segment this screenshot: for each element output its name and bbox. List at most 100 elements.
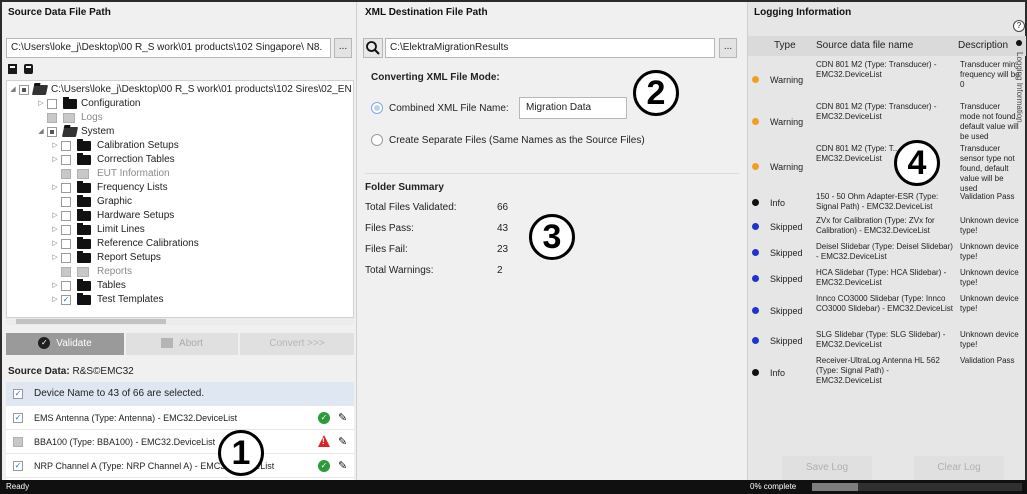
progress-bar: [812, 483, 1022, 491]
callout-3: 3: [529, 214, 575, 260]
tree-item-eut-information[interactable]: EUT Information: [7, 167, 353, 181]
source-tree: ◢ C:\Users\loke_j\Desktop\00 R_S work\01…: [6, 80, 354, 318]
tree-item-system[interactable]: ◢ System: [7, 125, 353, 139]
log-row[interactable]: Skipped SLG Slidebar (Type: SLG Slidebar)…: [748, 330, 1026, 352]
callout-1: 1: [218, 430, 264, 476]
abort-button[interactable]: Abort: [126, 333, 238, 355]
log-row[interactable]: Skipped ZVx for Calibration (Type: ZVx fo…: [748, 216, 1026, 238]
combined-radio[interactable]: [371, 102, 383, 114]
checkbox-checked-icon[interactable]: ✓: [13, 389, 23, 399]
pencil-icon[interactable]: ✎: [338, 435, 347, 449]
tree-item-test-templates[interactable]: ▷ ✓ Test Templates: [7, 293, 353, 307]
log-row[interactable]: Info Receiver-UltraLog Antenna HL 562 (Ty…: [748, 356, 1026, 390]
log-type: Info: [770, 198, 786, 208]
log-type: Skipped: [770, 222, 803, 232]
save-log-button[interactable]: Save Log: [782, 456, 872, 480]
logging-panel: Logging Information Type Source data fil…: [747, 2, 1027, 480]
help-icon[interactable]: ?: [1013, 20, 1025, 32]
status-dot-icon: [752, 275, 759, 282]
logging-side-tab[interactable]: ? Logging Information: [1013, 20, 1027, 130]
source-browse-button[interactable]: ...: [334, 38, 352, 58]
tree-item-frequency-lists[interactable]: ▷ Frequency Lists: [7, 181, 353, 195]
tree-item-graphic[interactable]: Graphic: [7, 195, 353, 209]
tree-item-report-setups[interactable]: ▷ Report Setups: [7, 251, 353, 265]
checkbox-checked-icon[interactable]: ✓: [61, 295, 71, 305]
search-icon[interactable]: [363, 38, 383, 58]
destination-path-input[interactable]: C:\ElektraMigrationResults: [385, 38, 715, 58]
status-dot-icon: [752, 118, 759, 125]
separate-radio[interactable]: [371, 134, 383, 146]
folder-open-icon: [31, 85, 49, 95]
tree-item-correction-tables[interactable]: ▷ Correction Tables: [7, 153, 353, 167]
log-row[interactable]: Skipped HCA Slidebar (Type: HCA Slidebar)…: [748, 268, 1026, 290]
summary-label: Files Pass:: [365, 223, 414, 234]
log-row[interactable]: Skipped Deisel Slidebar (Type: Deisel Sli…: [748, 242, 1026, 264]
log-type: Skipped: [770, 336, 803, 346]
log-description: Transducer sensor type not found, defaul…: [960, 144, 1015, 193]
checkbox-checked-icon[interactable]: ✓: [13, 461, 23, 471]
tree-item-tables[interactable]: ▷ Tables: [7, 279, 353, 293]
folder-icon: [77, 209, 91, 221]
tree-item-configuration[interactable]: ▷ Configuration: [7, 97, 353, 111]
validate-button[interactable]: ✓ Validate: [6, 333, 124, 355]
progress-fill: [812, 483, 859, 491]
tree-root[interactable]: ◢ C:\Users\loke_j\Desktop\00 R_S work\01…: [7, 83, 353, 97]
log-row[interactable]: Warning CDN 801 M2 (Type: Transducer) - E…: [748, 60, 1026, 100]
status-dot-icon: [752, 163, 759, 170]
separate-label: Create Separate Files (Same Names as the…: [389, 135, 645, 146]
log-description: Validation Pass: [960, 192, 1015, 201]
destination-browse-button[interactable]: ...: [719, 38, 737, 58]
status-dot-icon: [752, 249, 759, 256]
log-source: CDN 801 M2 (Type: Transducer) - EMC32.De…: [816, 102, 937, 121]
folder-icon: [77, 223, 91, 235]
status-dot-icon: [752, 307, 759, 314]
folder-icon: [77, 293, 91, 305]
log-row[interactable]: Skipped Innco CO3000 Slidebar (Type: Innc…: [748, 294, 1026, 328]
log-type: Info: [770, 368, 786, 378]
folder-icon: [77, 139, 91, 151]
folder-icon: [77, 279, 91, 291]
select-all-row[interactable]: ✓ Device Name to 43 of 66 are selected.: [6, 382, 354, 406]
status-bar: Ready 0% complete: [0, 480, 1027, 494]
log-row[interactable]: Info 150 - 50 Ohm Adapter-ESR (Type: Sign…: [748, 192, 1026, 214]
tree-item-reports[interactable]: Reports: [7, 265, 353, 279]
tree-item-logs[interactable]: Logs: [7, 111, 353, 125]
summary-label: Total Files Validated:: [365, 202, 457, 213]
pin-icon[interactable]: [1016, 40, 1022, 46]
log-type: Warning: [770, 75, 804, 85]
source-data-label: Source Data: R&S©EMC32: [8, 366, 134, 377]
log-row[interactable]: Warning CDN 801 M2 (Type: T... EMC32.Devi…: [748, 144, 1026, 193]
tree-horizontal-scrollbar[interactable]: [6, 318, 354, 325]
tree-item-limit-lines[interactable]: ▷ Limit Lines: [7, 223, 353, 237]
list-item[interactable]: ✓ EMS Antenna (Type: Antenna) - EMC32.De…: [6, 406, 354, 430]
status-dot-icon: [752, 337, 759, 344]
log-description: Unknown device type!: [960, 294, 1019, 313]
status-dot-icon: [752, 369, 759, 376]
checkbox-disabled-icon: [13, 437, 23, 447]
pencil-icon[interactable]: ✎: [338, 411, 347, 425]
tree-item-reference-calibrations[interactable]: ▷ Reference Calibrations: [7, 237, 353, 251]
summary-label: Total Warnings:: [365, 265, 434, 276]
combined-file-name-input[interactable]: Migration Data: [519, 97, 627, 119]
tree-item-calibration-setups[interactable]: ▷ Calibration Setups: [7, 139, 353, 153]
list-item[interactable]: BBA100 (Type: BBA100) - EMC32.DeviceList…: [6, 430, 354, 454]
source-path-input[interactable]: C:\Users\loke_j\Desktop\00 R_S work\01 p…: [6, 38, 331, 58]
collapse-all-icon[interactable]: [24, 64, 33, 74]
callout-4: 4: [894, 140, 940, 186]
migration-window: Source Data File Path C:\Users\loke_j\De…: [2, 2, 1027, 490]
checkbox-checked-icon[interactable]: ✓: [13, 413, 23, 423]
expand-all-icon[interactable]: [8, 64, 17, 74]
list-item[interactable]: ✓ NRP Channel A (Type: NRP Channel A) - …: [6, 454, 354, 478]
stop-icon: [161, 338, 174, 349]
check-circle-icon: ✓: [318, 460, 330, 472]
destination-panel: XML Destination File Path C:\ElektraMigr…: [359, 2, 745, 480]
pencil-icon[interactable]: ✎: [338, 459, 347, 473]
log-row[interactable]: Warning CDN 801 M2 (Type: Transducer) - E…: [748, 102, 1026, 142]
clear-log-button[interactable]: Clear Log: [914, 456, 1004, 480]
log-type: Warning: [770, 117, 804, 127]
log-description: Unknown device type!: [960, 268, 1019, 287]
convert-button[interactable]: Convert >>>: [240, 333, 354, 355]
log-source: Innco CO3000 Slidebar (Type: Innco CO300…: [816, 294, 953, 313]
log-source: Receiver-UltraLog Antenna HL 562 (Type: …: [816, 356, 940, 385]
tree-item-hardware-setups[interactable]: ▷ Hardware Setups: [7, 209, 353, 223]
